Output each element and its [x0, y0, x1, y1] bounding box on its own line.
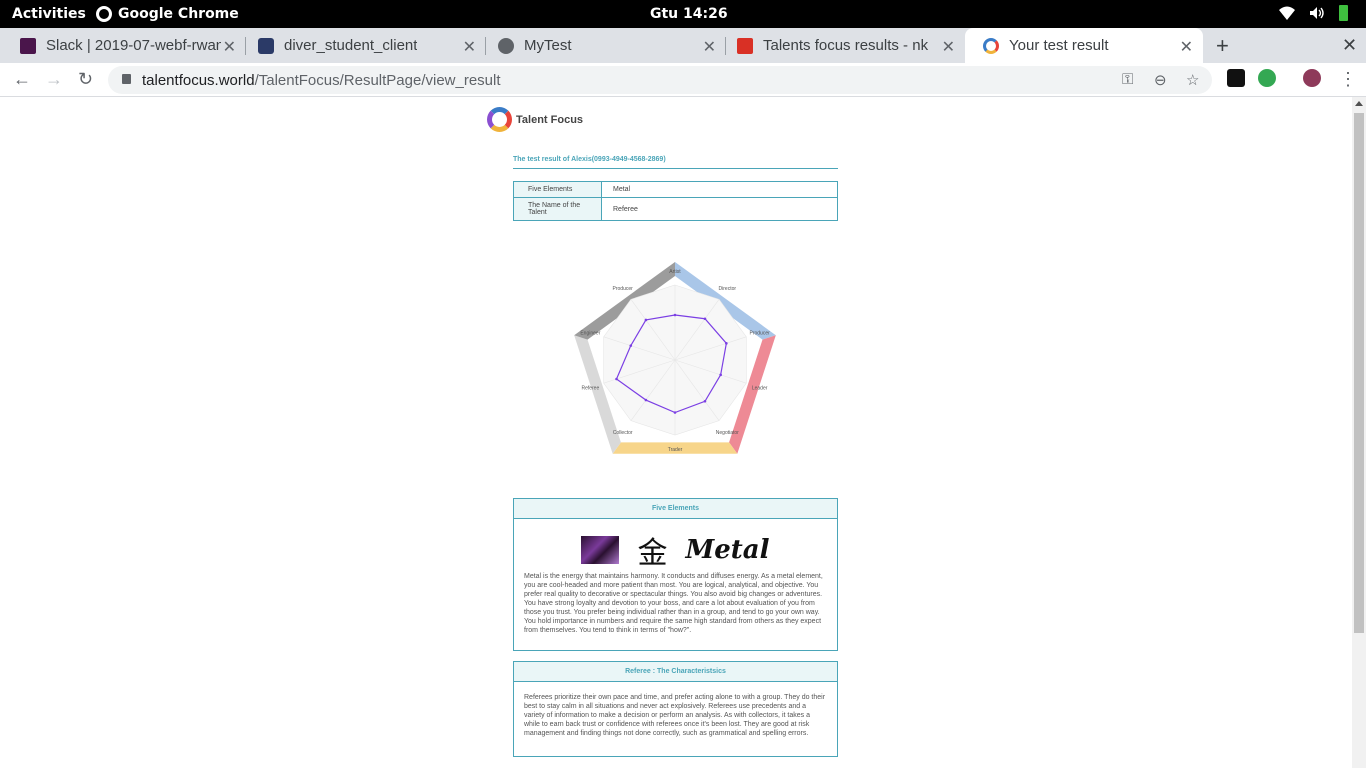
globe-icon: [258, 37, 274, 54]
battery-icon: [1339, 5, 1348, 21]
tab-title: Your test result: [1009, 37, 1109, 54]
extension-search-icon[interactable]: [1258, 69, 1276, 87]
tab-mytest[interactable]: MyTest ✕: [480, 28, 726, 63]
gmail-icon: [737, 37, 753, 54]
lock-icon: [122, 74, 131, 84]
element-word: Metal: [685, 535, 770, 565]
browser-toolbar: ← → ↻ talentfocus.world/TalentFocus/Resu…: [0, 63, 1366, 97]
volume-icon: [1310, 7, 1324, 19]
close-tab-icon[interactable]: ✕: [703, 37, 716, 57]
address-bar[interactable]: talentfocus.world/TalentFocus/ResultPage…: [108, 66, 1212, 94]
radar-point: [719, 373, 722, 377]
system-top-bar: Activities Google Chrome Gtu 14:26: [0, 0, 1366, 28]
element-banner: 金 Metal: [514, 529, 837, 571]
close-tab-icon[interactable]: ✕: [1180, 37, 1193, 57]
metal-image: [581, 536, 620, 564]
result-table: Five Elements Metal The Name of the Tale…: [513, 181, 838, 221]
tab-slack[interactable]: Slack | 2019-07-webf-rwan ✕: [2, 28, 246, 63]
key-icon[interactable]: ⚿: [1122, 71, 1133, 88]
radar-axis-label: Collector: [613, 430, 633, 436]
element-kanji: 金: [637, 536, 668, 571]
radar-point: [615, 377, 618, 381]
zoom-icon[interactable]: ⊖: [1154, 71, 1167, 89]
close-tab-icon[interactable]: ✕: [223, 37, 236, 57]
close-tab-icon[interactable]: ✕: [942, 37, 955, 57]
globe-icon: [498, 37, 514, 54]
extension-icon[interactable]: [1227, 69, 1245, 87]
radar-axis-label: Trader: [668, 447, 683, 453]
tab-title: Talents focus results - nk: [763, 37, 929, 54]
radar-point: [725, 342, 728, 345]
forward-button[interactable]: →: [45, 69, 63, 90]
page-content: Talent Focus The test result of Alexis(0…: [0, 97, 1352, 768]
table-value: Metal: [601, 181, 838, 198]
five-elements-header: Five Elements: [514, 499, 837, 519]
radar-point: [629, 344, 633, 347]
tab-title: diver_student_client: [284, 37, 418, 54]
bookmark-star-icon[interactable]: ☆: [1186, 71, 1199, 89]
tab-your-test-result[interactable]: Your test result ✕: [965, 28, 1203, 63]
talent-radar-chart: Artist Director Producer Leader Negotiator Tr…: [574, 262, 776, 454]
radar-axis-label: Negotiator: [716, 430, 739, 436]
profile-avatar[interactable]: [1303, 69, 1321, 87]
reload-button[interactable]: ↻: [78, 69, 93, 90]
radar-point: [673, 411, 677, 414]
tab-gmail[interactable]: Talents focus results - nk ✕: [719, 28, 965, 63]
logo-ring-icon: [487, 107, 512, 132]
url-text: talentfocus.world/TalentFocus/ResultPage…: [142, 72, 501, 89]
table-value: Referee: [601, 197, 838, 221]
radar-point: [644, 318, 648, 322]
app-name: Google Chrome: [118, 6, 239, 22]
app-menu[interactable]: Google Chrome: [96, 6, 239, 22]
page-scrollbar[interactable]: [1352, 97, 1366, 768]
radar-axis-label: Producer: [749, 330, 770, 336]
close-tab-icon[interactable]: ✕: [463, 37, 476, 57]
clock[interactable]: Gtu 14:26: [650, 6, 728, 22]
radar-point: [703, 399, 707, 403]
table-key: The Name of the Talent: [513, 197, 602, 221]
radar-axis-label: Artist: [669, 269, 681, 275]
logo-text: Talent Focus: [516, 113, 584, 126]
tab-strip: Slack | 2019-07-webf-rwan ✕ diver_studen…: [0, 28, 1366, 63]
radar-axis-label: Director: [719, 286, 737, 292]
radar-axis-label: Leader: [752, 386, 768, 392]
tab-diver-student-client[interactable]: diver_student_client ✕: [240, 28, 486, 63]
characteristics-box: Referee : The Characteristsics Referees …: [513, 661, 838, 757]
radar-point: [673, 313, 677, 317]
wifi-icon: [1279, 6, 1295, 20]
talent-focus-icon: [983, 37, 999, 54]
url-domain: talentfocus.world: [142, 72, 255, 89]
characteristics-text: Referees prioritize their own pace and t…: [524, 694, 826, 737]
characteristics-header: Referee : The Characteristsics: [514, 662, 837, 682]
table-key: Five Elements: [513, 181, 602, 198]
result-title: The test result of Alexis(0993-4949-4568…: [513, 156, 838, 169]
tab-title: MyTest: [524, 37, 572, 54]
scroll-up-arrow-icon[interactable]: [1355, 101, 1363, 106]
close-window-button[interactable]: ✕: [1342, 35, 1357, 56]
talent-focus-logo[interactable]: Talent Focus: [487, 107, 583, 132]
chrome-icon: [96, 6, 112, 22]
activities-button[interactable]: Activities: [12, 6, 86, 22]
scrollbar-thumb[interactable]: [1354, 113, 1364, 633]
radar-axis-label: Producer: [613, 286, 634, 292]
table-row: Five Elements Metal: [513, 181, 838, 198]
url-path: /TalentFocus/ResultPage/view_result: [254, 72, 501, 89]
radar-axis-label: Referee: [581, 386, 599, 392]
radar-axis-label: Engineer: [580, 330, 600, 336]
five-elements-box: Five Elements 金 Metal Metal is the energ…: [513, 498, 838, 651]
radar-point: [703, 317, 707, 321]
tab-title: Slack | 2019-07-webf-rwan: [46, 37, 221, 54]
slack-icon: [20, 37, 36, 54]
radar-point: [644, 398, 648, 402]
back-button[interactable]: ←: [13, 69, 31, 90]
chrome-menu-icon[interactable]: ⋮: [1339, 69, 1357, 90]
table-row: The Name of the Talent Referee: [513, 197, 838, 221]
new-tab-button[interactable]: +: [1216, 33, 1229, 59]
system-tray[interactable]: [1279, 5, 1348, 21]
five-elements-text: Metal is the energy that maintains harmo…: [524, 573, 823, 634]
